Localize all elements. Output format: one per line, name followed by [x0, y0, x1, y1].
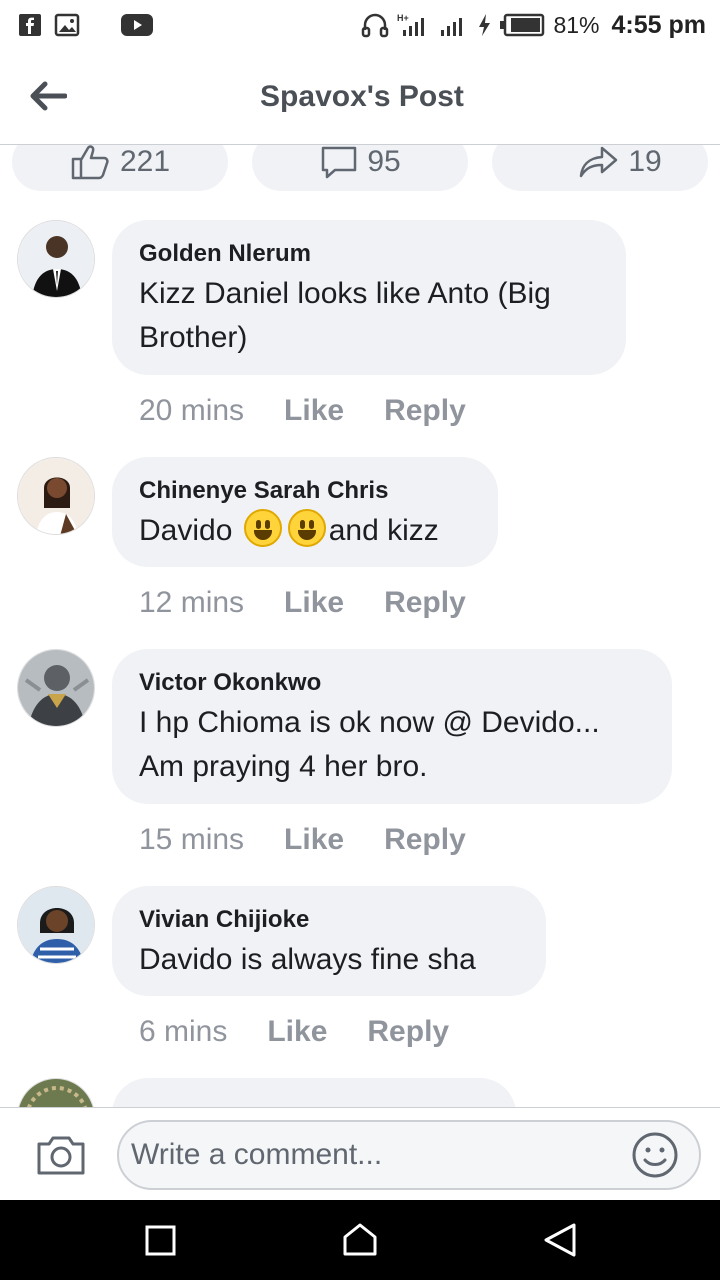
like-button[interactable]: Like	[284, 823, 344, 857]
avatar[interactable]	[17, 886, 95, 964]
camera-icon	[37, 1136, 85, 1175]
comment-text: I hp Chioma is ok now @ Devido... Am pra…	[139, 701, 646, 789]
commenter-name[interactable]: Chinenye Sarah Chris	[139, 475, 472, 507]
back-button[interactable]	[24, 76, 72, 116]
status-bar: H+ 81% 4:55 pm	[0, 0, 720, 50]
comment-time: 20 mins	[139, 394, 245, 427]
share-count: 19	[628, 145, 662, 178]
home-button[interactable]	[340, 1220, 380, 1260]
comment-bubble[interactable]: Golden Nlerum Kizz Daniel looks like Ant…	[112, 220, 626, 375]
comment-text-line: Davido is always fine sha	[139, 943, 476, 976]
signal-icon-1: H+	[397, 13, 425, 36]
charging-icon	[479, 14, 491, 36]
commenter-name[interactable]: Golden Nlerum	[139, 238, 600, 270]
profile-photo	[18, 221, 94, 297]
comment-text-start: Davido	[139, 514, 233, 547]
comment-composer	[0, 1107, 720, 1200]
comment-actions: 6 mins Like Reply	[139, 1015, 449, 1049]
thumbs-up-icon	[71, 145, 109, 180]
comment-text: Davido and kizz	[139, 509, 472, 553]
comment-time: 15 mins	[139, 823, 245, 856]
smiley-icon	[632, 1132, 678, 1178]
comment-bubble[interactable]	[112, 1078, 516, 1107]
recents-button[interactable]	[140, 1220, 180, 1260]
comment-bubble[interactable]: Chinenye Sarah Chris Davido and kizz	[112, 457, 498, 567]
comment-actions: 20 mins Like Reply	[139, 394, 466, 428]
like-button[interactable]: Like	[284, 586, 344, 620]
facebook-notification-icon	[19, 14, 41, 36]
avatar[interactable]	[17, 649, 95, 727]
commenter-name[interactable]: Vivian Chijioke	[139, 904, 520, 936]
comment-text-line: Kizz Daniel looks like Anto (Big	[139, 277, 551, 310]
battery-percent: 81%	[553, 11, 600, 38]
comment-text-line: Brother)	[139, 321, 248, 354]
comment-actions: 15 mins Like Reply	[139, 823, 466, 857]
grinning-emoji-icon	[287, 509, 326, 547]
system-navigation-bar	[0, 1200, 720, 1280]
svg-text:H+: H+	[397, 13, 409, 23]
comment-text-line: I hp Chioma is ok now @ Devido...	[139, 706, 600, 739]
comment-count-button[interactable]: 95	[252, 145, 468, 191]
avatar[interactable]	[17, 457, 95, 535]
comment-text-end: and kizz	[328, 514, 439, 547]
like-count: 221	[119, 145, 171, 178]
like-count-button[interactable]: 221	[12, 145, 228, 191]
reactions-bar: 221 95 19	[12, 145, 708, 191]
image-notification-icon	[54, 13, 80, 37]
headset-icon	[362, 13, 389, 38]
comment-bubble[interactable]: Victor Okonkwo I hp Chioma is ok now @ D…	[112, 649, 672, 804]
speech-bubble-icon	[322, 146, 357, 179]
back-nav-button[interactable]	[540, 1220, 580, 1260]
youtube-notification-icon	[121, 14, 153, 36]
comment-count: 95	[367, 145, 401, 178]
profile-photo	[18, 887, 94, 963]
triangle-back-icon	[544, 1223, 576, 1257]
comment-text: Kizz Daniel looks like Anto (Big Brother…	[139, 272, 600, 360]
clock: 4:55 pm	[611, 10, 706, 39]
commenter-name[interactable]: Victor Okonkwo	[139, 667, 646, 699]
camera-button[interactable]	[36, 1134, 86, 1176]
like-button[interactable]: Like	[284, 394, 344, 428]
share-arrow-icon	[580, 146, 618, 178]
reply-button[interactable]: Reply	[384, 823, 466, 857]
avatar[interactable]	[17, 1078, 95, 1107]
profile-photo	[18, 650, 94, 726]
signal-icon-2	[441, 18, 463, 36]
emoji-button[interactable]	[631, 1131, 679, 1179]
square-icon	[145, 1225, 176, 1256]
reply-button[interactable]: Reply	[384, 394, 466, 428]
comment-time: 6 mins	[139, 1015, 228, 1048]
reply-button[interactable]: Reply	[384, 586, 466, 620]
comment-time: 12 mins	[139, 586, 245, 619]
avatar[interactable]	[17, 220, 95, 298]
reply-button[interactable]: Reply	[367, 1015, 449, 1049]
comment-text-line: Am praying 4 her bro.	[139, 750, 428, 783]
comment-actions: 12 mins Like Reply	[139, 586, 466, 620]
page-title: Spavox's Post	[260, 80, 464, 113]
share-count-button[interactable]: 19	[492, 145, 708, 191]
comment-input[interactable]	[117, 1120, 701, 1190]
comment-text: Davido is always fine sha	[139, 938, 520, 982]
comments-scroll-area[interactable]: 221 95 19 Golden Nlerum Kizz Daniel look…	[0, 145, 720, 1107]
home-icon	[343, 1223, 377, 1256]
comment-bubble[interactable]: Vivian Chijioke Davido is always fine sh…	[112, 886, 546, 996]
profile-photo	[18, 1079, 94, 1107]
app-header: Spavox's Post	[0, 50, 720, 145]
grinning-emoji-icon	[243, 509, 282, 547]
arrow-left-icon	[30, 81, 67, 111]
profile-photo	[18, 458, 94, 534]
battery-icon	[500, 13, 545, 37]
like-button[interactable]: Like	[267, 1015, 327, 1049]
